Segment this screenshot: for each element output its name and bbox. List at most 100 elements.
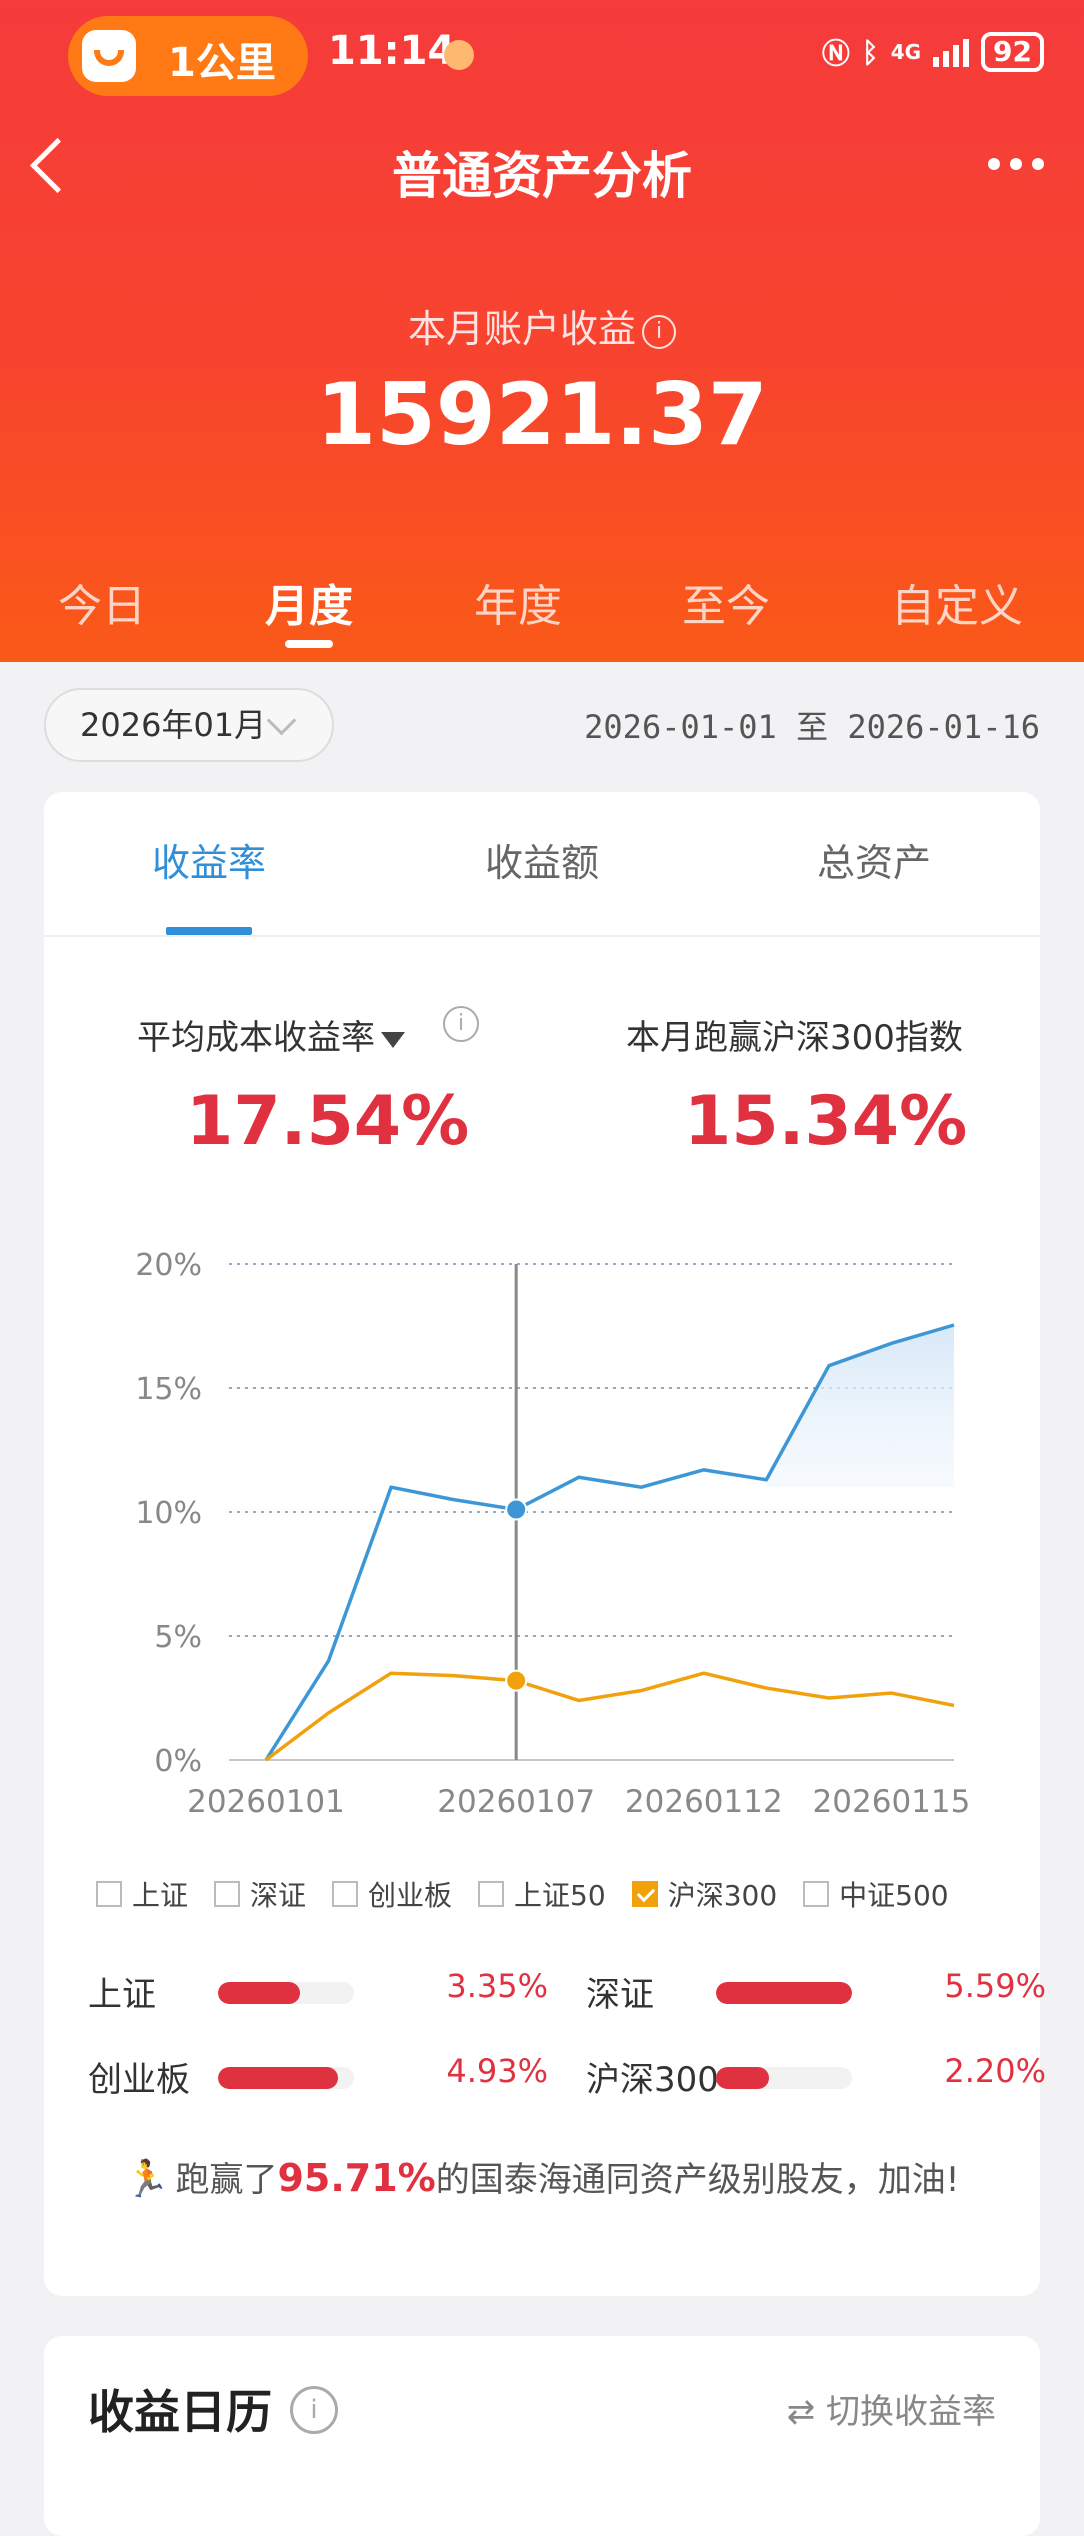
metric-left-value: 17.54% <box>186 1082 469 1161</box>
pill-distance: 1公里 <box>168 30 276 88</box>
beat-suffix: 的国泰海通同资产级别股友，加油! <box>436 2160 960 2200</box>
checkbox[interactable] <box>478 1881 504 1907</box>
y-tick-label: 20% <box>135 1248 202 1283</box>
tab-return-amount[interactable]: 收益额 <box>485 832 599 887</box>
beat-peers-text: 🏃跑赢了95.71%的国泰海通同资产级别股友，加油! <box>44 2152 1040 2201</box>
y-tick-label: 5% <box>154 1620 202 1655</box>
info-icon[interactable]: i <box>642 315 676 349</box>
page-title: 普通资产分析 <box>0 136 1084 208</box>
legend-item-chinext[interactable]: 创业板 <box>332 1874 452 1914</box>
x-tick-label: 20260112 <box>625 1784 783 1820</box>
index-row-csi300: 沪深300 2.20% <box>586 2052 1046 2102</box>
switch-rate-label: 切换收益率 <box>826 2392 996 2432</box>
runner-icon: 🏃 <box>125 2158 170 2200</box>
legend-item-csi300[interactable]: 沪深300 <box>632 1874 777 1914</box>
tab-year[interactable]: 年度 <box>474 570 562 634</box>
legend-label: 上证50 <box>514 1874 606 1914</box>
chart-legend: 上证 深证 创业板 上证50 沪深300 中证500 <box>96 1874 949 1914</box>
summary-value: 15921.37 <box>0 365 1084 465</box>
divider <box>44 935 1040 937</box>
info-icon[interactable]: i <box>290 2386 338 2434</box>
status-time: 11:14 <box>328 28 455 74</box>
metric-left-label[interactable]: 平均成本收益率 <box>137 1010 405 1059</box>
index-row-shanghai: 上证 3.35% <box>88 1967 548 2017</box>
index-row-shenzhen: 深证 5.59% <box>586 1967 1046 2017</box>
status-icons: Ⓝ ᛒ 4G 92 <box>822 30 1044 74</box>
period-tabs: 今日 月度 年度 至今 自定义 <box>0 570 1084 640</box>
notification-icon <box>444 40 474 70</box>
analysis-card: 收益率 收益额 总资产 平均成本收益率 i 本月跑赢沪深300指数 17.54%… <box>44 792 1040 2296</box>
tab-total-assets[interactable]: 总资产 <box>817 832 931 887</box>
beat-pct: 95.71% <box>277 2156 435 2200</box>
data-point-csi300 <box>506 1671 526 1691</box>
calendar-card: 收益日历 i ⇄ 切换收益率 <box>44 2336 1040 2536</box>
checkbox[interactable] <box>214 1881 240 1907</box>
tab-return-rate[interactable]: 收益率 <box>152 832 266 887</box>
checkbox[interactable] <box>803 1881 829 1907</box>
active-tab-underline <box>285 640 333 648</box>
active-tab-underline <box>166 927 252 935</box>
metric-right-value: 15.34% <box>684 1082 967 1161</box>
network-label: 4G <box>891 40 921 64</box>
summary-label-text: 本月账户收益 <box>408 307 636 351</box>
x-tick-label: 20260107 <box>437 1784 595 1820</box>
tab-today[interactable]: 今日 <box>58 570 146 634</box>
index-name: 创业板 <box>88 2052 190 2101</box>
legend-item-shenzhen[interactable]: 深证 <box>214 1874 306 1914</box>
didi-trip-pill[interactable]: 1公里 <box>68 16 308 96</box>
index-value: 2.20% <box>944 2052 1046 2090</box>
index-bar-fill <box>716 1982 852 2004</box>
return-chart[interactable]: 0%5%10%15%20%202601012026010720260112202… <box>44 1222 1040 1862</box>
index-bar <box>218 2067 354 2089</box>
date-range: 2026-01-01 至 2026-01-16 <box>584 702 1040 748</box>
legend-item-sse50[interactable]: 上证50 <box>478 1874 606 1914</box>
signal-icon <box>933 37 969 67</box>
chevron-down-icon <box>267 706 297 736</box>
battery-level: 92 <box>993 35 1032 68</box>
legend-item-csi500[interactable]: 中证500 <box>803 1874 948 1914</box>
legend-label: 创业板 <box>368 1874 452 1914</box>
index-bar-fill <box>218 2067 338 2089</box>
data-point-return <box>506 1500 526 1520</box>
beat-prefix: 跑赢了 <box>175 2160 277 2200</box>
switch-rate-button[interactable]: ⇄ 切换收益率 <box>787 2384 996 2433</box>
index-bar <box>716 2067 852 2089</box>
y-tick-label: 0% <box>154 1744 202 1779</box>
index-row-chinext: 创业板 4.93% <box>88 2052 548 2102</box>
calendar-title: 收益日历 <box>88 2376 272 2442</box>
legend-item-shanghai[interactable]: 上证 <box>96 1874 188 1914</box>
summary-label: 本月账户收益i <box>0 298 1084 353</box>
tab-custom[interactable]: 自定义 <box>891 570 1023 634</box>
index-bar-fill <box>716 2067 769 2089</box>
index-name: 深证 <box>586 1967 654 2016</box>
checkbox[interactable] <box>96 1881 122 1907</box>
legend-label: 沪深300 <box>668 1874 777 1914</box>
tab-to-date[interactable]: 至今 <box>682 570 770 634</box>
tab-month[interactable]: 月度 <box>265 570 353 634</box>
checkbox-checked[interactable] <box>632 1881 658 1907</box>
index-value: 5.59% <box>944 1967 1046 2005</box>
legend-label: 深证 <box>250 1874 306 1914</box>
x-tick-label: 20260101 <box>187 1784 345 1820</box>
checkbox[interactable] <box>332 1881 358 1907</box>
month-selector[interactable]: 2026年01月 <box>44 688 334 762</box>
y-tick-label: 15% <box>135 1372 202 1407</box>
index-bar <box>218 1982 354 2004</box>
bluetooth-icon: ᛒ <box>862 36 879 69</box>
metric-right-label: 本月跑赢沪深300指数 <box>626 1010 963 1059</box>
index-name: 上证 <box>88 1967 156 2016</box>
legend-label: 中证500 <box>839 1874 948 1914</box>
series-line-csi300 <box>266 1673 954 1760</box>
more-icon[interactable] <box>988 158 1044 170</box>
series-area <box>766 1325 954 1487</box>
battery-icon: 92 <box>981 32 1044 72</box>
month-selector-label: 2026年01月 <box>80 706 266 744</box>
index-name: 沪深300 <box>586 2052 719 2101</box>
didi-logo-icon <box>82 30 136 82</box>
info-icon[interactable]: i <box>443 1006 479 1042</box>
caret-down-icon <box>381 1032 405 1048</box>
nfc-icon: Ⓝ <box>822 32 850 72</box>
header: 1公里 11:14 Ⓝ ᛒ 4G 92 普通资产分析 本月账户收益i 15921… <box>0 0 1084 662</box>
index-value: 3.35% <box>446 1967 548 2005</box>
y-tick-label: 10% <box>135 1496 202 1531</box>
